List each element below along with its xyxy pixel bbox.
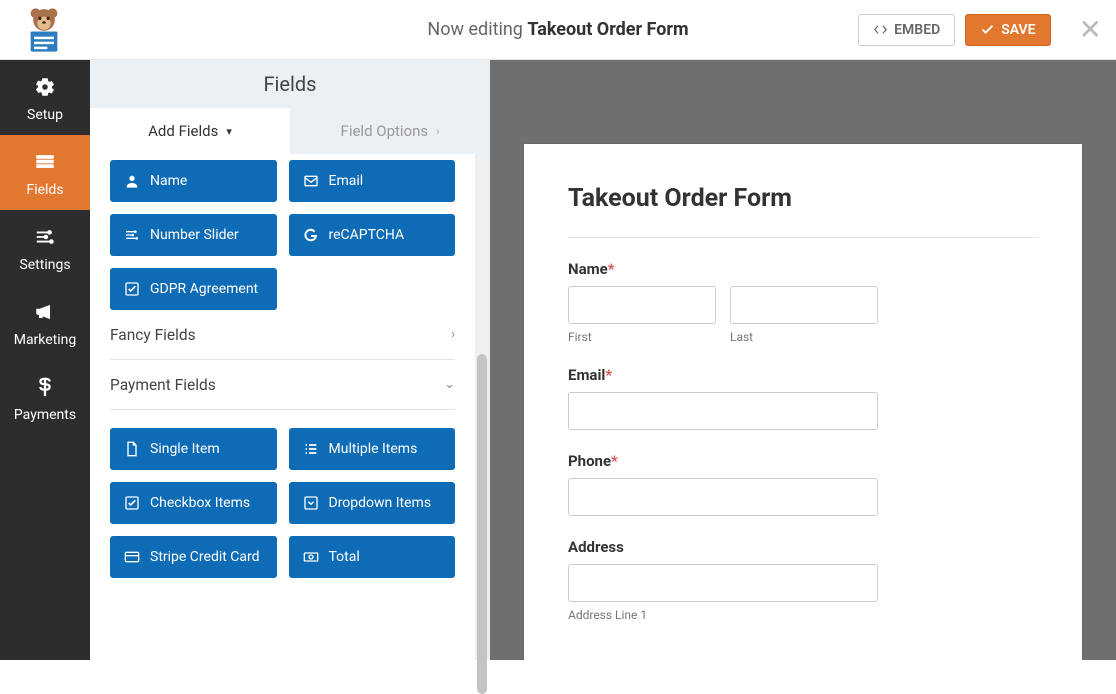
field-button-checkbox[interactable]: Checkbox Items: [110, 482, 277, 524]
field-button-email[interactable]: Email: [289, 160, 456, 202]
form-title: Takeout Order Form: [568, 184, 1038, 213]
list-icon: [303, 441, 319, 457]
app-logo: [14, 0, 74, 60]
field-name[interactable]: Name* First Last: [568, 260, 1038, 344]
check-icon: [124, 281, 140, 297]
field-list[interactable]: Name Email Number Slider reCAPTCHA GDPR Agre…: [90, 154, 475, 660]
field-phone[interactable]: Phone*: [568, 452, 1038, 516]
envelope-icon: [303, 173, 319, 189]
nav-setup[interactable]: Setup: [0, 60, 90, 135]
card-icon: [124, 549, 140, 565]
input-phone[interactable]: [568, 478, 878, 516]
money-icon: [303, 549, 319, 565]
form-icon: [31, 148, 59, 176]
panel-title: Fields: [90, 60, 490, 108]
caretbox-icon: [303, 495, 319, 511]
chevron-down-icon: ▾: [226, 125, 232, 138]
sliders-icon: [124, 227, 140, 243]
scrollbar[interactable]: [477, 154, 487, 660]
field-button-name[interactable]: Name: [110, 160, 277, 202]
sliders-icon: [31, 223, 59, 251]
file-icon: [124, 441, 140, 457]
chevron-right-icon: ›: [436, 125, 439, 138]
nav-marketing[interactable]: Marketing: [0, 285, 90, 360]
nav-settings[interactable]: Settings: [0, 210, 90, 285]
gear-icon: [31, 73, 59, 101]
required-mark: *: [611, 452, 618, 470]
google-icon: [303, 227, 319, 243]
tab-field-options[interactable]: Field Options›: [290, 108, 490, 154]
tab-add-fields[interactable]: Add Fields▾: [90, 108, 290, 154]
embed-button[interactable]: EMBED: [858, 14, 955, 46]
section-fancy-fields[interactable]: Fancy Fields ›: [110, 310, 455, 360]
field-button-gdpr[interactable]: GDPR Agreement: [110, 268, 277, 310]
chevron-down-icon: ⌄: [444, 377, 455, 392]
field-button-single[interactable]: Single Item: [110, 428, 277, 470]
field-button-multiple[interactable]: Multiple Items: [289, 428, 456, 470]
form-preview[interactable]: Takeout Order Form Name* First Last Emai…: [524, 144, 1082, 660]
dollar-icon: [31, 373, 59, 401]
field-button-recaptcha[interactable]: reCAPTCHA: [289, 214, 456, 256]
code-icon: [873, 22, 888, 37]
user-icon: [124, 173, 140, 189]
chevron-right-icon: ›: [451, 327, 455, 342]
input-last-name[interactable]: [730, 286, 878, 324]
required-mark: *: [608, 260, 615, 278]
field-button-numslider[interactable]: Number Slider: [110, 214, 277, 256]
field-address[interactable]: Address Address Line 1: [568, 538, 1038, 622]
field-email[interactable]: Email*: [568, 366, 1038, 430]
input-first-name[interactable]: [568, 286, 716, 324]
check-icon: [124, 495, 140, 511]
divider: [568, 237, 1038, 238]
scrollbar-thumb[interactable]: [477, 354, 487, 694]
section-payment-fields[interactable]: Payment Fields ⌄: [110, 360, 455, 410]
fields-panel: Fields Add Fields▾ Field Options› Name Em…: [90, 60, 490, 660]
nav-fields[interactable]: Fields: [0, 135, 90, 210]
now-editing-label: Now editing Takeout Order Form: [427, 19, 688, 40]
field-button-dropdown[interactable]: Dropdown Items: [289, 482, 456, 524]
bullhorn-icon: [31, 298, 59, 326]
field-button-stripe[interactable]: Stripe Credit Card: [110, 536, 277, 578]
form-name: Takeout Order Form: [527, 19, 688, 40]
input-address-line1[interactable]: [568, 564, 878, 602]
nav-payments[interactable]: Payments: [0, 360, 90, 435]
input-email[interactable]: [568, 392, 878, 430]
field-button-total[interactable]: Total: [289, 536, 456, 578]
top-bar: Now editing Takeout Order Form EMBED SAV…: [0, 0, 1116, 60]
save-button[interactable]: SAVE: [965, 14, 1050, 46]
check-icon: [980, 22, 995, 37]
left-nav: Setup Fields Settings Marketing Payments: [0, 60, 90, 660]
close-button[interactable]: ✕: [1079, 13, 1102, 46]
preview-area: Takeout Order Form Name* First Last Emai…: [490, 60, 1116, 660]
required-mark: *: [605, 366, 612, 384]
